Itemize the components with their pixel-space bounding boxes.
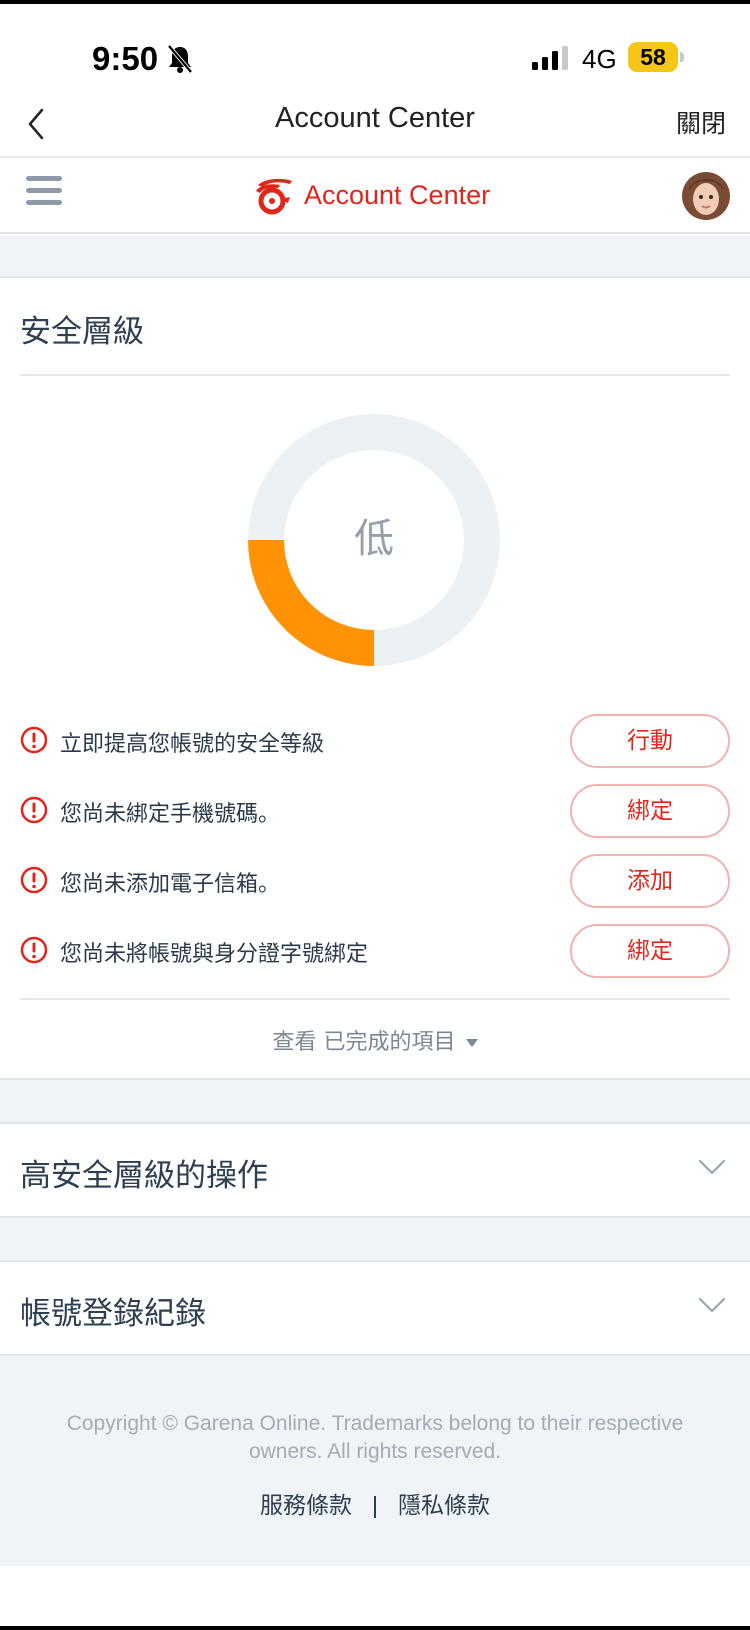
add-email-button[interactable]: 添加	[570, 854, 730, 908]
task-row: 您尚未添加電子信箱。 添加	[20, 854, 730, 910]
task-text: 您尚未綁定手機號碼。	[60, 802, 281, 827]
task-row: 立即提高您帳號的安全等級 行動	[20, 714, 730, 770]
view-completed-label: 查看 已完成的項目	[272, 1030, 456, 1055]
chevron-down-icon	[698, 1297, 726, 1313]
bind-phone-button[interactable]: 綁定	[570, 784, 730, 838]
battery-indicator: 58	[628, 42, 678, 72]
chevron-down-icon	[698, 1159, 726, 1175]
spacer-band	[0, 1218, 750, 1260]
hamburger-menu-icon[interactable]	[26, 176, 62, 208]
garena-logo-icon	[256, 178, 292, 215]
navigation-bar: Account Center 關閉	[0, 94, 750, 158]
alert-circle-icon	[20, 866, 48, 894]
terms-link[interactable]: 服務條款	[260, 1493, 352, 1519]
task-text: 您尚未添加電子信箱。	[60, 872, 281, 897]
view-completed-toggle[interactable]: 查看 已完成的項目	[0, 1024, 750, 1056]
bell-muted-icon	[167, 44, 193, 74]
cell-signal-icon	[532, 46, 568, 70]
security-level-title: 安全層級	[20, 314, 144, 350]
spacer-band	[0, 1080, 750, 1122]
task-text: 您尚未將帳號與身分證字號綁定	[60, 942, 369, 967]
divider	[20, 998, 730, 1000]
security-level-card: 安全層級 低 立即提高您帳號的安全等級 行動 您尚未綁定手機號碼。 綁定 您尚未…	[0, 276, 750, 1080]
status-bar: 9:50 4G 58	[0, 4, 750, 94]
alert-circle-icon	[20, 936, 48, 964]
alert-circle-icon	[20, 726, 48, 754]
status-time: 9:50	[92, 40, 159, 77]
privacy-link[interactable]: 隱私條款	[398, 1493, 490, 1519]
security-level-label: 低	[354, 516, 394, 562]
divider	[20, 374, 730, 376]
close-button[interactable]: 關閉	[676, 104, 726, 140]
login-history-section[interactable]: 帳號登錄紀錄	[0, 1260, 750, 1356]
caret-down-icon	[465, 1039, 478, 1047]
app-header: Account Center	[0, 158, 750, 234]
alert-circle-icon	[20, 796, 48, 824]
spacer-band	[0, 236, 750, 276]
screen-frame-bottom	[0, 1626, 750, 1630]
brand-title: Account Center	[304, 179, 491, 210]
nav-title: Account Center	[275, 102, 475, 134]
link-separator	[374, 1495, 376, 1518]
avatar[interactable]	[682, 172, 730, 220]
network-type: 4G	[582, 44, 617, 74]
high-security-section[interactable]: 高安全層級的操作	[0, 1122, 750, 1218]
action-button[interactable]: 行動	[570, 714, 730, 768]
battery-cap	[680, 52, 684, 62]
task-text: 立即提高您帳號的安全等級	[60, 732, 325, 757]
copyright-text: Copyright © Garena Online. Trademarks be…	[66, 1412, 684, 1463]
footer-links: 服務條款 隱私條款	[0, 1486, 750, 1520]
login-history-title: 帳號登錄紀錄	[20, 1296, 206, 1332]
avatar-portrait-icon	[682, 172, 730, 220]
bind-id-button[interactable]: 綁定	[570, 924, 730, 978]
brand-logo: Account Center	[250, 172, 490, 218]
task-row: 您尚未將帳號與身分證字號綁定 綁定	[20, 924, 730, 980]
high-security-title: 高安全層級的操作	[20, 1158, 268, 1194]
footer: Copyright © Garena Online. Trademarks be…	[0, 1356, 750, 1566]
task-row: 您尚未綁定手機號碼。 綁定	[20, 784, 730, 840]
